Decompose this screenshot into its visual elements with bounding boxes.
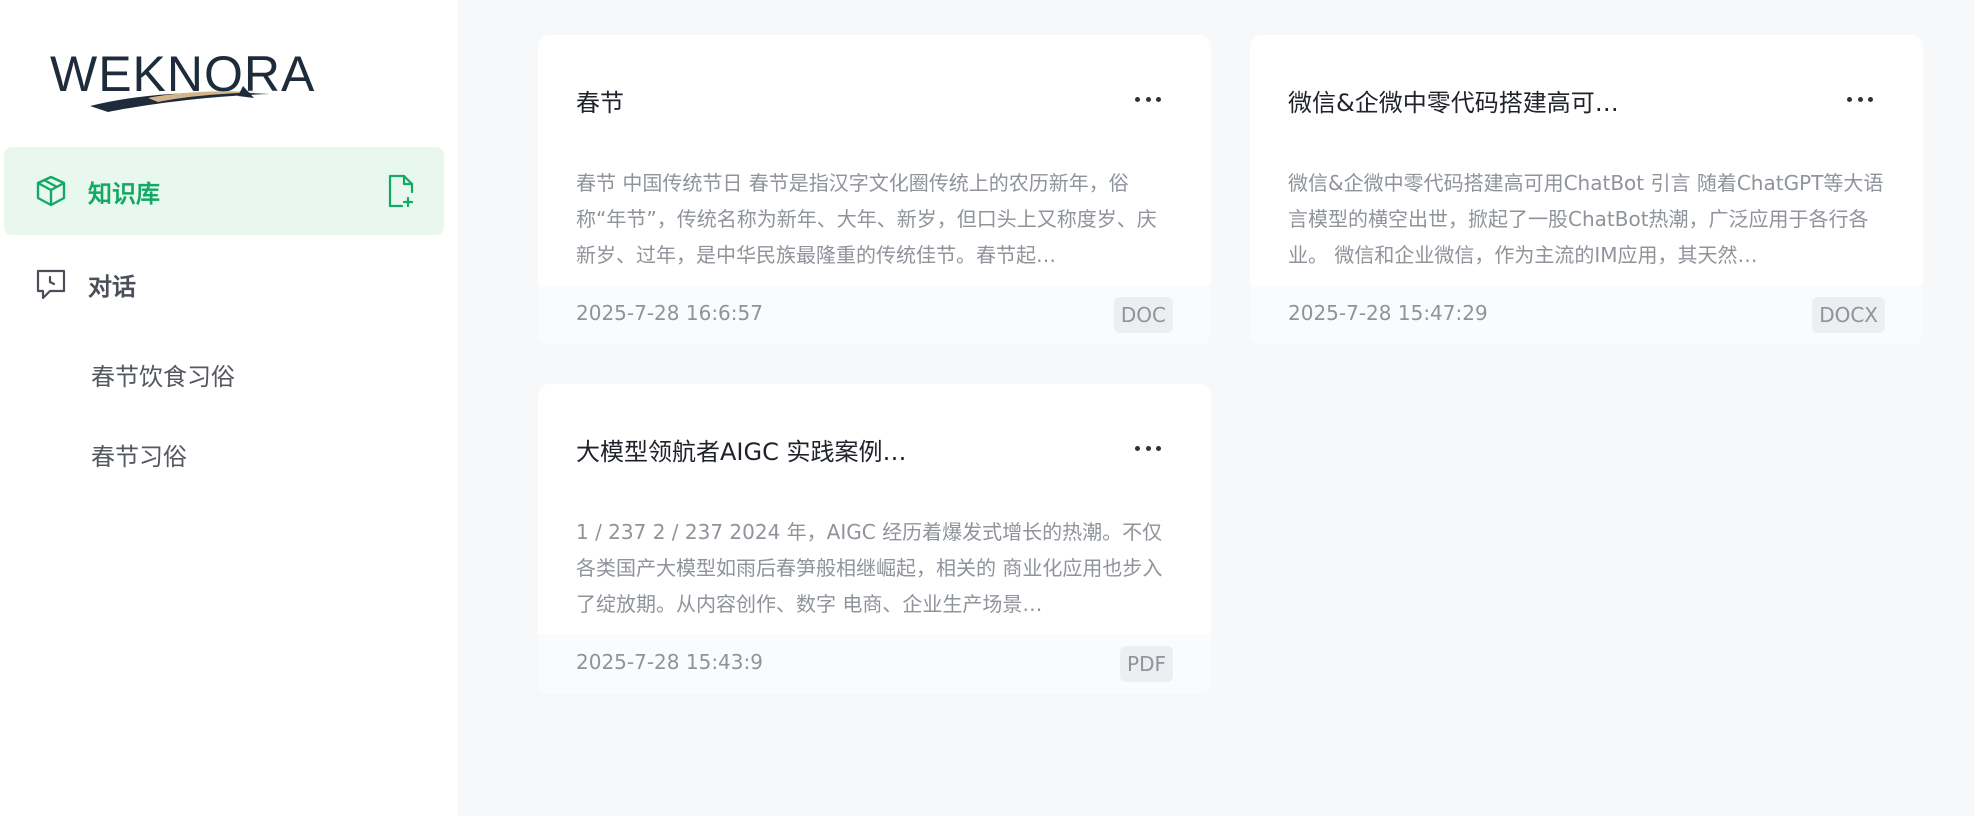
document-card[interactable]: 大模型领航者AIGC 实践案例… 1 / 237 2 / 237 2024 年，… [538, 384, 1211, 694]
sidebar: WEKNORA 知识库 对话 春节饮食习俗 春节习俗 [0, 0, 458, 816]
card-title: 大模型领航者AIGC 实践案例… [576, 438, 907, 466]
card-title: 春节 [576, 89, 624, 117]
more-icon[interactable] [1135, 446, 1161, 454]
more-icon[interactable] [1135, 97, 1161, 105]
app-root: WEKNORA 知识库 对话 春节饮食习俗 春节习俗 春节 春节 中国传统节日 … [0, 0, 1974, 816]
logo[interactable]: WEKNORA [50, 44, 314, 112]
conversation-item[interactable]: 春节习俗 [91, 437, 187, 472]
chat-icon [34, 267, 68, 301]
document-card[interactable]: 春节 春节 中国传统节日 春节是指汉字文化圈传统上的农历新年，俗称“年节”，传统… [538, 35, 1211, 345]
file-type-badge: PDF [1120, 646, 1173, 682]
sidebar-item-conversation[interactable]: 对话 [4, 240, 444, 328]
sidebar-item-label: 知识库 [88, 179, 160, 208]
card-date: 2025-7-28 15:43:9 [576, 650, 763, 674]
file-type-badge: DOC [1113, 297, 1173, 333]
card-description: 春节 中国传统节日 春节是指汉字文化圈传统上的农历新年，俗称“年节”，传统名称为… [576, 171, 1157, 267]
sidebar-item-label: 对话 [88, 272, 136, 301]
card-date: 2025-7-28 16:6:57 [576, 301, 763, 325]
knowledge-base-main: 春节 春节 中国传统节日 春节是指汉字文化圈传统上的农历新年，俗称“年节”，传统… [458, 0, 1974, 816]
cube-icon [34, 174, 68, 208]
file-type-badge: DOCX [1812, 297, 1885, 333]
logo-swoosh-icon [90, 86, 270, 112]
card-footer: 2025-7-28 15:47:29 DOCX [1250, 285, 1923, 345]
more-icon[interactable] [1847, 97, 1873, 105]
sidebar-item-knowledge-base[interactable]: 知识库 [4, 147, 444, 235]
add-document-icon[interactable] [384, 173, 418, 209]
card-footer: 2025-7-28 16:6:57 DOC [538, 285, 1211, 345]
card-description: 微信&企微中零代码搭建高可用ChatBot 引言 随着ChatGPT等大语言模型… [1288, 171, 1884, 267]
card-description: 1 / 237 2 / 237 2024 年，AIGC 经历着爆发式增长的热潮。… [576, 520, 1163, 616]
card-title: 微信&企微中零代码搭建高可… [1288, 89, 1619, 117]
card-date: 2025-7-28 15:47:29 [1288, 301, 1488, 325]
conversation-item[interactable]: 春节饮食习俗 [91, 357, 235, 392]
document-card[interactable]: 微信&企微中零代码搭建高可… 微信&企微中零代码搭建高可用ChatBot 引言 … [1250, 35, 1923, 345]
card-footer: 2025-7-28 15:43:9 PDF [538, 634, 1211, 694]
